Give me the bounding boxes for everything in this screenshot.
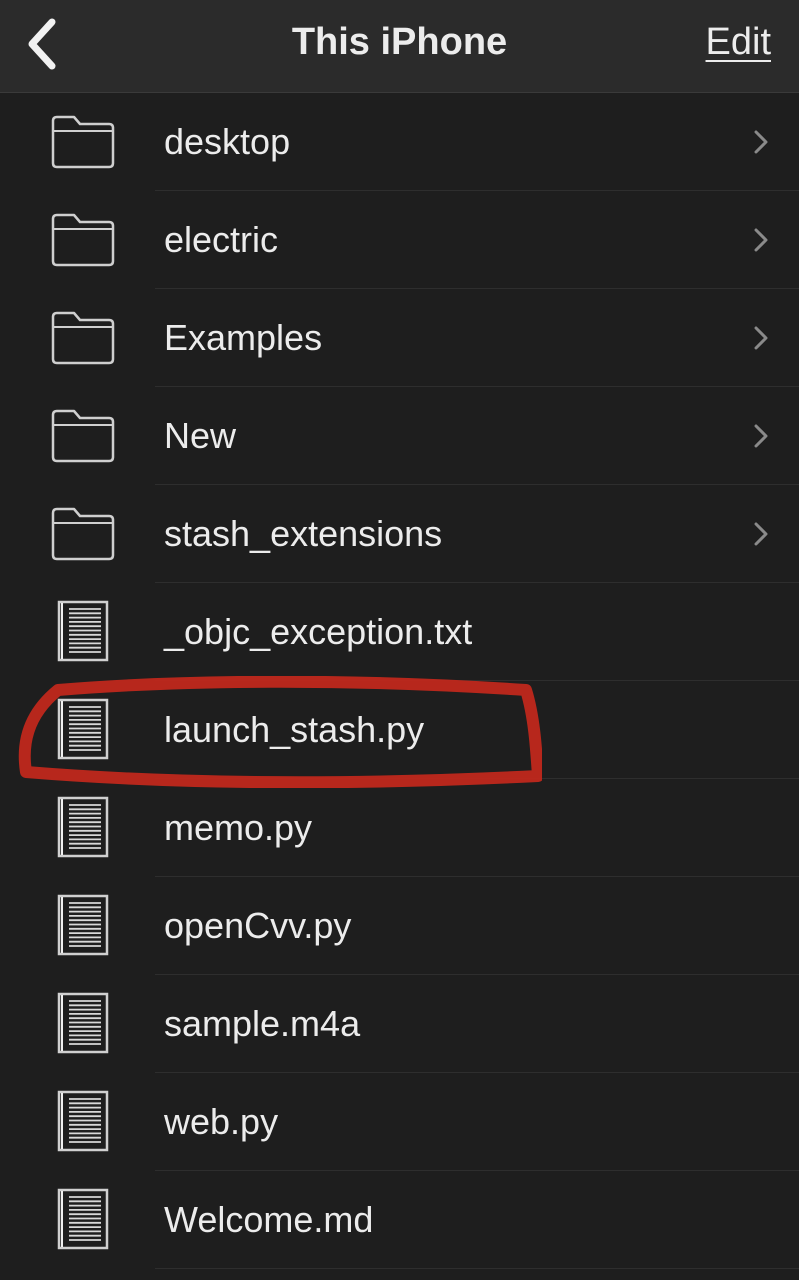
document-icon bbox=[56, 1187, 110, 1251]
chevron-right-icon bbox=[753, 423, 769, 449]
document-icon bbox=[56, 1089, 110, 1153]
chevron-right-icon bbox=[753, 129, 769, 155]
folder-icon bbox=[50, 111, 116, 171]
document-icon bbox=[56, 893, 110, 957]
document-icon bbox=[56, 991, 110, 1055]
folder-icon bbox=[50, 405, 116, 465]
item-label: electric bbox=[164, 219, 279, 260]
file-list: desktop electric Examples New stash_extensio… bbox=[0, 93, 799, 1269]
item-label: New bbox=[164, 415, 237, 456]
item-label: memo.py bbox=[164, 807, 313, 848]
file-row[interactable]: Welcome.md bbox=[0, 1171, 799, 1269]
folder-row[interactable]: Examples bbox=[0, 289, 799, 387]
item-label: desktop bbox=[164, 121, 291, 162]
chevron-right-icon bbox=[753, 521, 769, 547]
item-label: web.py bbox=[164, 1101, 279, 1142]
chevron-right-icon bbox=[753, 227, 769, 253]
navigation-bar: This iPhone Edit bbox=[0, 0, 799, 93]
item-label: Welcome.md bbox=[164, 1199, 374, 1240]
item-label: stash_extensions bbox=[164, 513, 443, 554]
item-label: sample.m4a bbox=[164, 1003, 361, 1044]
item-label: _objc_exception.txt bbox=[164, 611, 473, 652]
document-icon bbox=[56, 697, 110, 761]
folder-row[interactable]: desktop bbox=[0, 93, 799, 191]
document-icon bbox=[56, 599, 110, 663]
folder-row[interactable]: stash_extensions bbox=[0, 485, 799, 583]
folder-icon bbox=[50, 307, 116, 367]
document-icon bbox=[56, 795, 110, 859]
file-row[interactable]: _objc_exception.txt bbox=[0, 583, 799, 681]
file-row[interactable]: launch_stash.py bbox=[0, 681, 799, 779]
edit-button[interactable]: Edit bbox=[706, 0, 771, 84]
folder-row[interactable]: New bbox=[0, 387, 799, 485]
file-row[interactable]: sample.m4a bbox=[0, 975, 799, 1073]
file-row[interactable]: web.py bbox=[0, 1073, 799, 1171]
item-label: launch_stash.py bbox=[164, 709, 425, 750]
folder-icon bbox=[50, 209, 116, 269]
item-label: openCvv.py bbox=[164, 905, 352, 946]
page-title: This iPhone bbox=[291, 21, 508, 63]
folder-row[interactable]: electric bbox=[0, 191, 799, 289]
file-row[interactable]: memo.py bbox=[0, 779, 799, 877]
file-row[interactable]: openCvv.py bbox=[0, 877, 799, 975]
item-label: Examples bbox=[164, 317, 323, 358]
chevron-right-icon bbox=[753, 325, 769, 351]
folder-icon bbox=[50, 503, 116, 563]
